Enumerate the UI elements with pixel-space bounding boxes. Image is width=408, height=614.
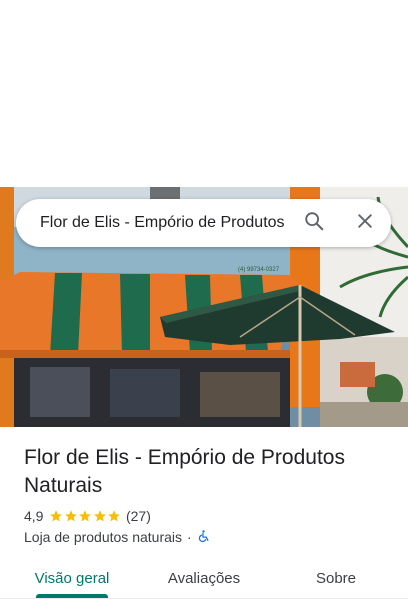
star-icon [50, 510, 63, 522]
photo-sign-text: (4) 99734-0327 [238, 267, 280, 273]
star-icon [79, 510, 92, 522]
rating-stars [49, 509, 122, 523]
star-icon [94, 510, 106, 522]
search-bar[interactable]: Flor de Elis - Empório de Produtos Natur… [16, 199, 391, 247]
place-category: Loja de produtos naturais [24, 529, 182, 545]
tab-overview[interactable]: Visão geral [26, 558, 118, 598]
wheelchair-icon[interactable] [197, 529, 210, 546]
search-icon [303, 210, 325, 237]
search-input[interactable]: Flor de Elis - Empório de Produtos Natur… [40, 214, 286, 232]
place-title: Flor de Elis - Empório de Produtos Natur… [24, 446, 345, 497]
close-button[interactable] [343, 199, 387, 247]
category-row: Loja de produtos naturais · [24, 527, 210, 547]
close-icon [355, 211, 375, 236]
tabs-divider [0, 598, 408, 599]
star-icon [108, 510, 121, 522]
search-button[interactable] [292, 199, 336, 247]
separator: · [187, 529, 192, 545]
tab-bar: Visão geral Avaliações Sobre [0, 558, 408, 598]
tab-reviews[interactable]: Avaliações [156, 558, 252, 598]
star-icon [65, 510, 77, 522]
review-count[interactable]: (27) [126, 508, 151, 524]
tab-about[interactable]: Sobre [300, 558, 372, 598]
rating-row[interactable]: 4,9 (27) [24, 506, 151, 526]
rating-value: 4,9 [24, 508, 44, 524]
